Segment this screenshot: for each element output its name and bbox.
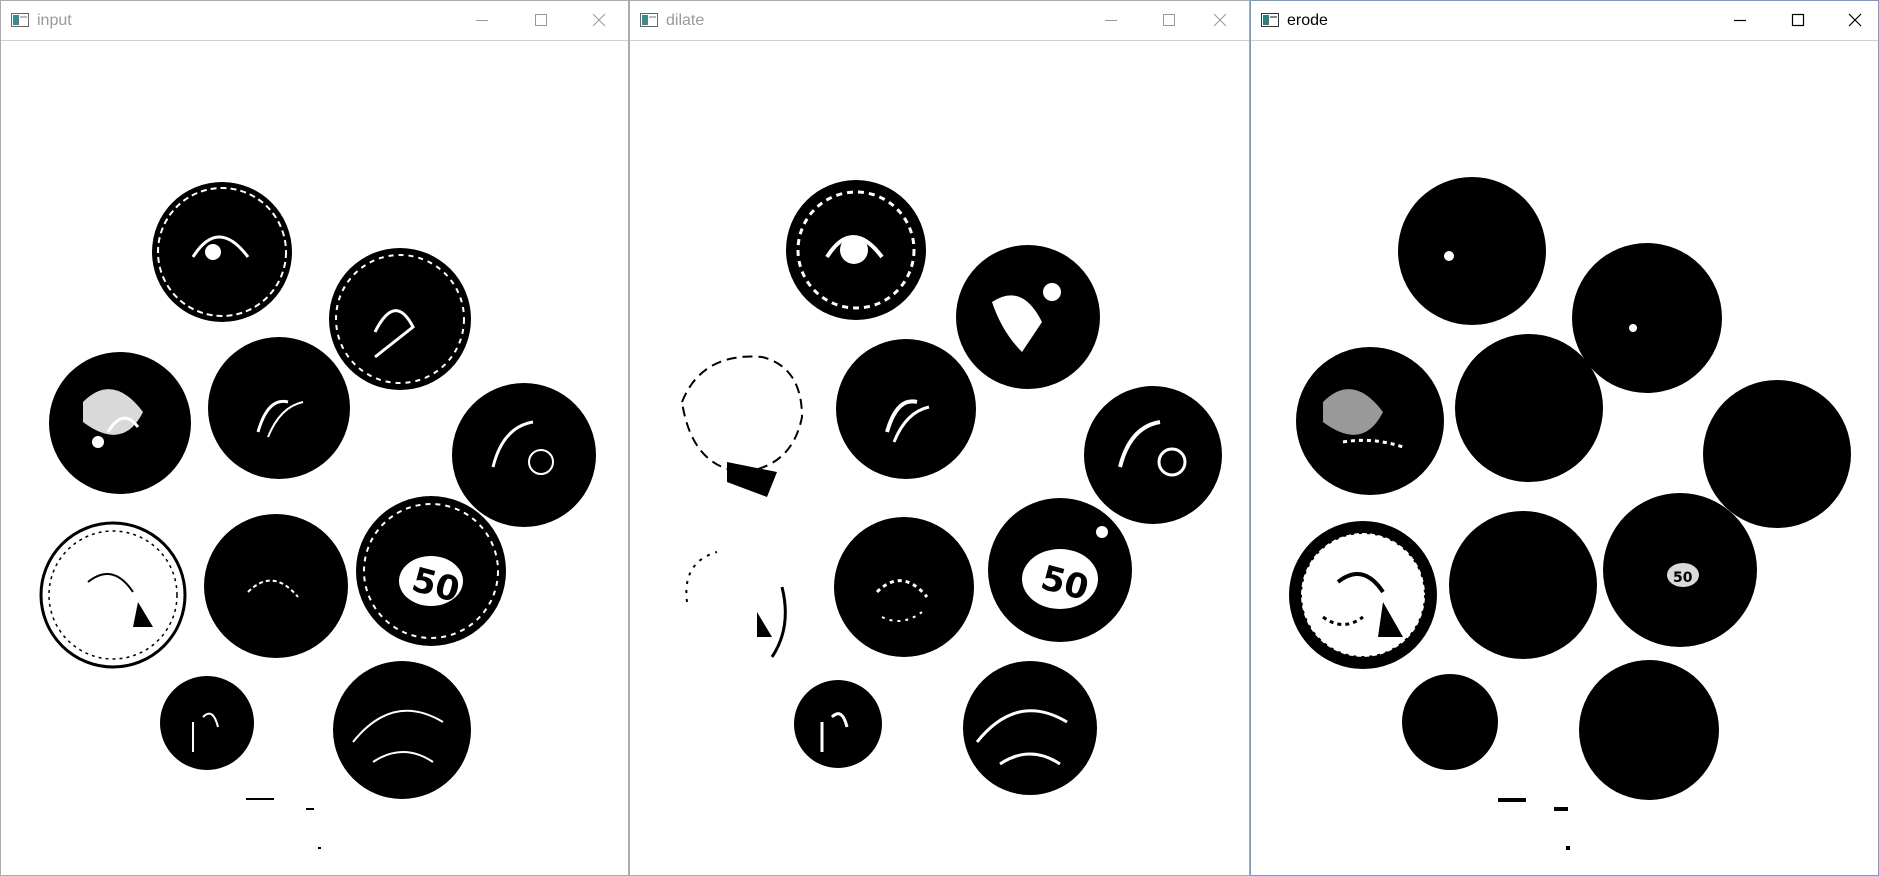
binary-coins-image: 50 <box>39 182 596 849</box>
binary-coins-image: 50 <box>1289 177 1851 850</box>
close-button[interactable] <box>1832 1 1878 40</box>
close-button[interactable] <box>1197 1 1243 40</box>
maximize-button[interactable] <box>1146 1 1192 40</box>
minimize-icon <box>476 20 488 21</box>
window-erode: erode 50 <box>1250 0 1879 876</box>
window-dilate: dilate 50 <box>629 0 1250 876</box>
close-icon <box>1848 13 1862 27</box>
window-input: input 50 <box>0 0 629 876</box>
app-window-icon <box>1261 13 1279 27</box>
close-icon <box>592 13 606 27</box>
binary-coins-image: 50 <box>680 180 1222 795</box>
minimize-button[interactable] <box>1088 1 1134 40</box>
minimize-button[interactable] <box>459 1 505 40</box>
app-window-icon <box>11 13 29 27</box>
close-button[interactable] <box>576 1 622 40</box>
image-canvas: 50 <box>3 42 626 875</box>
image-canvas: 50 <box>1253 42 1876 875</box>
svg-text:50: 50 <box>1673 570 1693 586</box>
minimize-icon <box>1734 19 1746 22</box>
app-window-icon <box>640 13 658 27</box>
minimize-icon <box>1105 20 1117 21</box>
window-title: dilate <box>666 12 705 29</box>
title-bar[interactable]: input <box>1 1 628 41</box>
maximize-button[interactable] <box>1775 1 1821 40</box>
close-icon <box>1213 13 1227 27</box>
maximize-button[interactable] <box>518 1 564 40</box>
maximize-icon <box>1791 13 1805 27</box>
window-title: erode <box>1287 12 1328 29</box>
image-canvas: 50 <box>632 42 1247 875</box>
maximize-icon <box>535 14 547 26</box>
title-bar[interactable]: dilate <box>630 1 1249 41</box>
minimize-button[interactable] <box>1717 1 1763 40</box>
window-title: input <box>37 12 72 29</box>
title-bar[interactable]: erode <box>1251 1 1878 41</box>
maximize-icon <box>1163 14 1175 26</box>
